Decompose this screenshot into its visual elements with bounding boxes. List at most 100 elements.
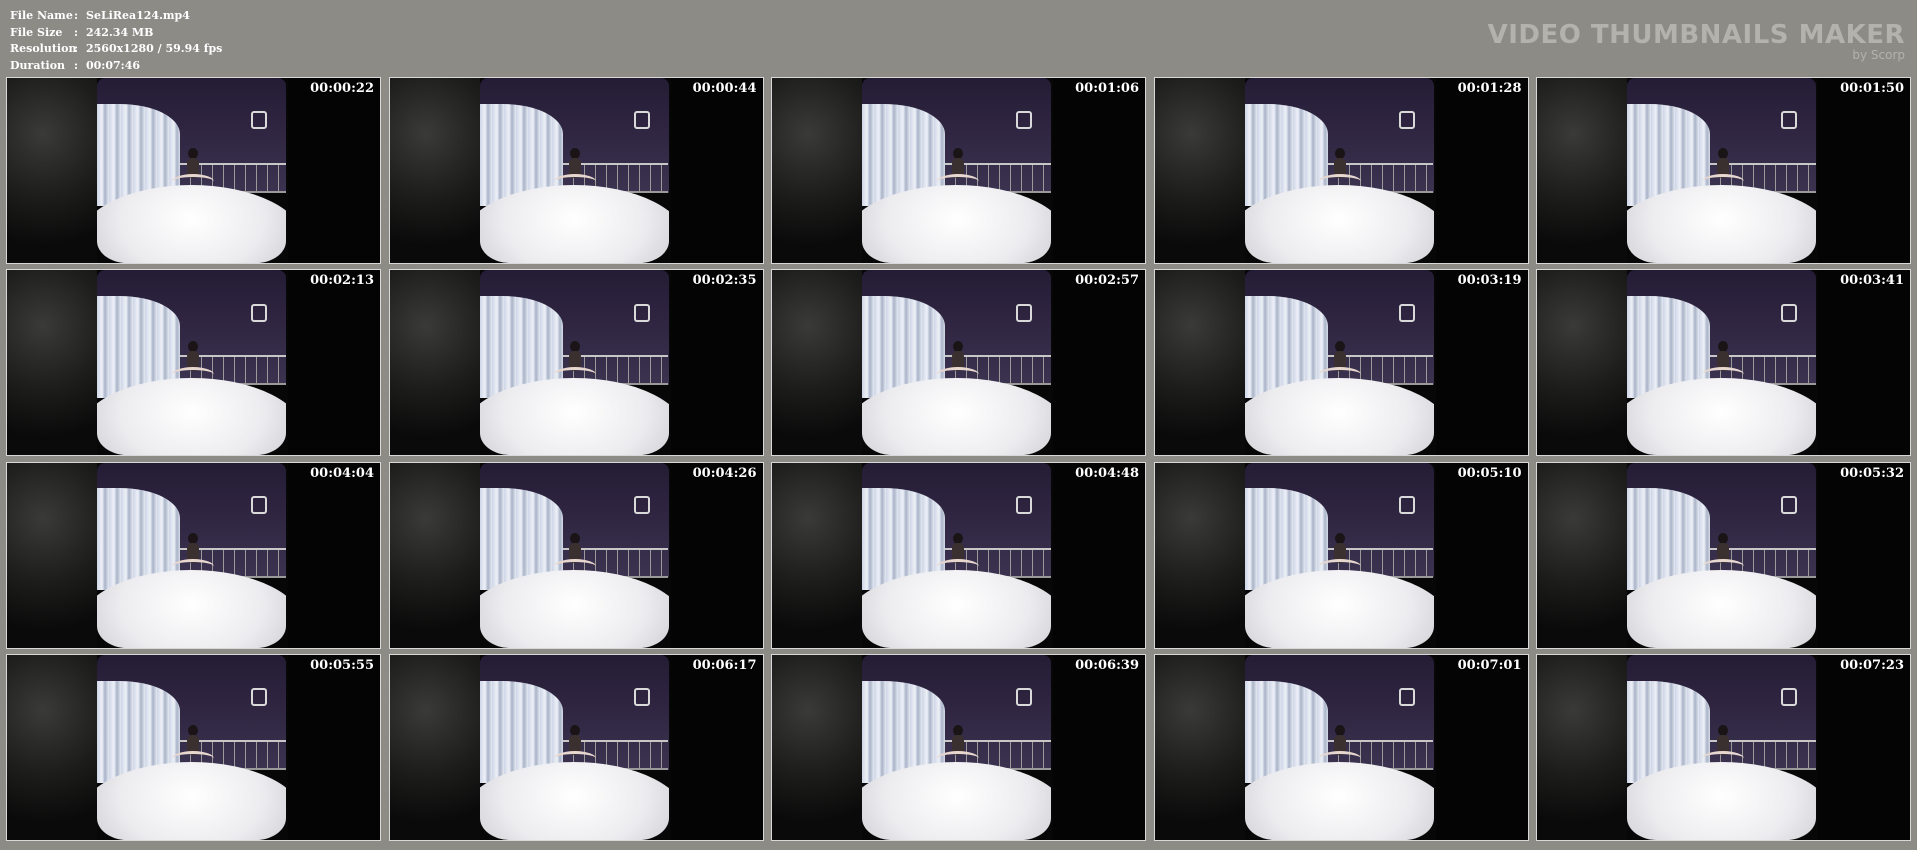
video-frame (862, 654, 1051, 840)
figure (1701, 532, 1744, 577)
figure (171, 148, 214, 192)
thumbnail[interactable]: 00:01:06 (771, 77, 1146, 264)
video-frame (1244, 462, 1434, 648)
lock-icon (1398, 495, 1415, 514)
lock-icon (633, 688, 650, 707)
timestamp: 00:03:19 (1457, 273, 1522, 289)
duration-value: 00:07:46 (86, 58, 141, 72)
lock-icon (633, 495, 650, 514)
floor (479, 569, 669, 648)
floor (1244, 569, 1434, 648)
file-name-row: File Name : SeLiRea124.mp4 (10, 8, 222, 25)
timestamp: 00:06:17 (692, 657, 757, 673)
thumbnail[interactable]: 00:04:04 (6, 461, 381, 649)
lens-right-area (288, 270, 380, 456)
timestamp: 00:04:48 (1075, 465, 1139, 481)
file-info: File Name : SeLiRea124.mp4 File Size : 2… (10, 8, 222, 74)
lock-icon (251, 495, 268, 514)
lens-left-area (389, 462, 480, 648)
separator: : (74, 25, 79, 39)
lens-right-area (1818, 270, 1910, 456)
timestamp: 00:02:57 (1075, 273, 1139, 289)
figure-legs (554, 558, 597, 574)
thumbnail[interactable]: 00:01:50 (1536, 77, 1911, 264)
lens-right-area (288, 654, 380, 840)
lens-right-area (1435, 654, 1528, 840)
brand-logo: VIDEO THUMBNAILS MAKER by Scorp (1488, 20, 1905, 61)
figure-legs (936, 366, 979, 382)
thumbnail[interactable]: 00:06:39 (771, 653, 1146, 841)
floor (1627, 185, 1816, 263)
thumbnail[interactable]: 00:00:44 (388, 77, 764, 264)
lens-right-area (1818, 462, 1910, 648)
floor (97, 762, 286, 840)
timestamp: 00:04:26 (692, 465, 757, 481)
lock-icon (1781, 495, 1798, 514)
lens-left-area (1154, 462, 1245, 648)
thumbnail[interactable]: 00:02:35 (388, 269, 764, 457)
video-frame (1244, 654, 1434, 840)
floor (862, 185, 1051, 263)
lock-icon (1398, 303, 1415, 322)
thumbnail[interactable]: 00:05:10 (1153, 461, 1529, 649)
floor (862, 762, 1051, 840)
thumbnail[interactable]: 00:04:48 (771, 461, 1146, 649)
lock-icon (1016, 688, 1033, 707)
figure-legs (1319, 174, 1362, 189)
floor (862, 569, 1051, 648)
timestamp: 00:03:41 (1840, 273, 1904, 289)
file-name-value: SeLiRea124.mp4 (86, 9, 190, 22)
floor (479, 377, 669, 456)
thumbnail[interactable]: 00:03:41 (1536, 269, 1911, 457)
thumbnail[interactable]: 00:07:23 (1536, 653, 1911, 841)
file-size-value: 242.34 MB (86, 25, 154, 39)
video-frame (97, 654, 286, 840)
lens-right-area (1435, 270, 1528, 456)
video-frame (97, 78, 286, 263)
resolution-row: Resolution : 2560x1280 / 59.94 fps (10, 41, 222, 58)
floor (862, 377, 1051, 456)
lock-icon (1398, 111, 1415, 130)
thumbnail[interactable]: 00:05:32 (1536, 461, 1911, 649)
figure (1319, 148, 1362, 192)
figure-legs (1701, 751, 1744, 766)
figure (936, 148, 979, 192)
figure-head (187, 340, 198, 352)
figure-legs (1701, 366, 1744, 382)
thumbnail[interactable]: 00:02:13 (6, 269, 381, 457)
lock-icon (251, 688, 268, 707)
thumbnail[interactable]: 00:04:26 (388, 461, 764, 649)
timestamp: 00:02:13 (310, 273, 374, 289)
lens-left-area (389, 270, 480, 456)
lens-left-area (1154, 78, 1245, 263)
lock-icon (633, 111, 650, 130)
lock-icon (1016, 111, 1033, 130)
timestamp: 00:07:01 (1457, 657, 1522, 673)
figure-legs (171, 174, 214, 189)
thumbnail[interactable]: 00:03:19 (1153, 269, 1529, 457)
lens-left-area (7, 462, 97, 648)
thumbnail[interactable]: 00:07:01 (1153, 653, 1529, 841)
video-frame (1244, 78, 1434, 263)
floor (1244, 377, 1434, 456)
figure-head (1717, 340, 1728, 352)
floor (97, 377, 286, 456)
duration-label: Duration (10, 58, 66, 72)
thumbnail[interactable]: 00:01:28 (1153, 77, 1529, 264)
file-size-label: File Size (10, 25, 63, 39)
lens-left-area (772, 654, 862, 840)
floor (479, 185, 669, 263)
lens-right-area (288, 78, 380, 263)
separator: : (74, 9, 79, 22)
lens-right-area (670, 654, 763, 840)
thumbnail[interactable]: 00:00:22 (6, 77, 381, 264)
floor (1244, 762, 1434, 840)
resolution-value: 2560x1280 / 59.94 fps (86, 42, 223, 55)
thumbnail[interactable]: 00:06:17 (388, 653, 764, 841)
lens-right-area (288, 462, 380, 648)
thumbnail[interactable]: 00:05:55 (6, 653, 381, 841)
lens-left-area (1537, 78, 1627, 263)
lens-left-area (7, 78, 97, 263)
thumbnail[interactable]: 00:02:57 (771, 269, 1146, 457)
lens-right-area (670, 78, 763, 263)
